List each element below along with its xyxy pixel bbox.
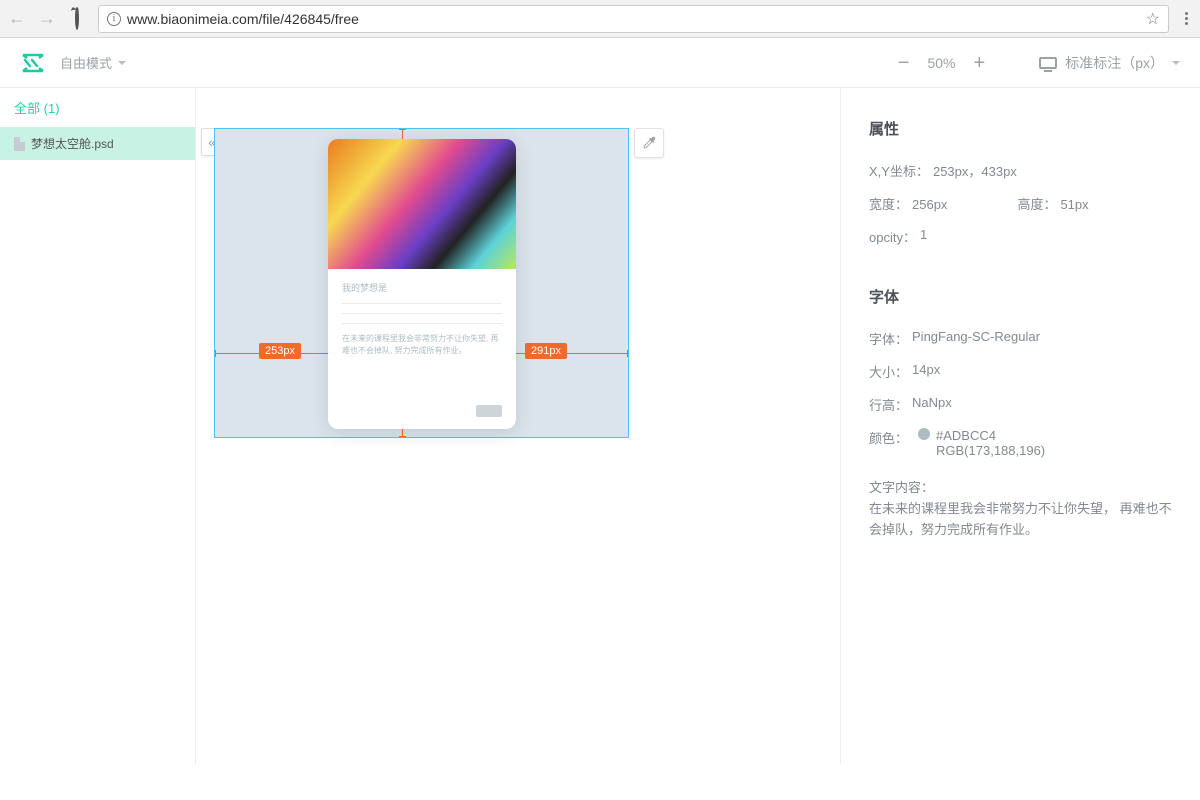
mockup-divider	[342, 323, 502, 324]
app-logo-icon[interactable]	[20, 50, 46, 76]
opacity-value: 1	[920, 227, 927, 246]
url-text: www.biaonimeia.com/file/426845/free	[127, 11, 359, 27]
mode-dropdown[interactable]: 自由模式	[60, 53, 126, 72]
zoom-value: 50%	[927, 55, 955, 71]
file-sidebar: 全部 (1) 梦想太空舱.psd	[0, 88, 196, 764]
color-swatch[interactable]	[918, 428, 930, 440]
browser-address-bar: ← → i www.biaonimeia.com/file/426845/fre…	[0, 0, 1200, 38]
properties-panel: 属性 X,Y坐标：253px，433px 宽度： 256px 高度： 51px op…	[840, 88, 1200, 764]
zoom-controls: − 50% +	[898, 53, 985, 73]
height-label: 高度：	[1017, 197, 1056, 212]
mockup-card[interactable]: 我的梦想是 在未来的课程里我会非常努力不让你失望, 再难也不会掉队, 努力完成所…	[328, 139, 516, 429]
display-icon	[1039, 57, 1057, 69]
line-height-label: 行高：	[869, 395, 908, 414]
mockup-label: 我的梦想是	[342, 281, 502, 294]
file-name: 梦想太空舱.psd	[31, 135, 114, 152]
xy-label: X,Y坐标：	[869, 161, 929, 180]
mark-mode-label: 标准标注（px）	[1065, 53, 1164, 73]
color-hex-value: #ADBCC4	[936, 428, 996, 443]
eyedropper-button[interactable]	[634, 128, 664, 158]
reload-icon[interactable]	[68, 8, 86, 29]
text-content-label: 文字内容：	[869, 480, 934, 495]
sidebar-tab-all[interactable]: 全部 (1)	[0, 88, 195, 127]
dim-left: 253px	[259, 343, 301, 359]
props-section-font: 字体	[869, 286, 1172, 307]
sidebar-count: (1)	[44, 101, 60, 116]
font-family-label: 字体：	[869, 329, 908, 348]
sidebar-tab-label: 全部	[14, 101, 40, 116]
dim-right: 291px	[525, 343, 567, 359]
height-value: 51px	[1060, 197, 1088, 212]
color-rgb-value: RGB(173,188,196)	[936, 443, 1045, 458]
design-canvas[interactable]: « 433px 253px 291px 116px	[196, 88, 840, 764]
site-info-icon[interactable]: i	[107, 12, 121, 26]
mockup-confirm-button	[476, 405, 502, 417]
browser-menu-icon[interactable]	[1181, 8, 1192, 29]
mockup-hero-image	[328, 139, 516, 269]
props-section-attributes: 属性	[869, 118, 1172, 139]
width-value: 256px	[912, 197, 947, 212]
color-label: 颜色：	[869, 428, 908, 447]
zoom-out-button[interactable]: −	[898, 53, 910, 73]
font-size-label: 大小：	[869, 362, 908, 381]
back-icon[interactable]: ←	[8, 8, 26, 29]
zoom-in-button[interactable]: +	[974, 53, 986, 73]
font-size-value: 14px	[912, 362, 940, 381]
xy-value: 253px，433px	[933, 161, 1017, 180]
mockup-divider	[342, 303, 502, 304]
mockup-selected-text: 在未来的课程里我会非常努力不让你失望, 再难也不会掉队, 努力完成所有作业。	[342, 333, 502, 357]
url-input[interactable]: i www.biaonimeia.com/file/426845/free ☆	[98, 5, 1169, 33]
bookmark-star-icon[interactable]: ☆	[1146, 9, 1160, 29]
mockup-divider	[342, 313, 502, 314]
mode-label: 自由模式	[60, 53, 112, 72]
font-family-value: PingFang-SC-Regular	[912, 329, 1040, 348]
file-list-item[interactable]: 梦想太空舱.psd	[0, 127, 195, 160]
line-height-value: NaNpx	[912, 395, 952, 414]
artboard[interactable]: 433px 253px 291px 116px 我的梦想是	[214, 128, 629, 438]
forward-icon[interactable]: →	[38, 8, 56, 29]
psd-file-icon	[14, 137, 25, 151]
opacity-label: opcity：	[869, 227, 916, 246]
mark-mode-dropdown[interactable]: 标准标注（px）	[1039, 53, 1180, 73]
width-label: 宽度：	[869, 197, 908, 212]
app-header: 自由模式 − 50% + 标准标注（px）	[0, 38, 1200, 88]
text-content-value: 在未来的课程里我会非常努力不让你失望， 再难也不会掉队，努力完成所有作业。	[869, 501, 1172, 537]
